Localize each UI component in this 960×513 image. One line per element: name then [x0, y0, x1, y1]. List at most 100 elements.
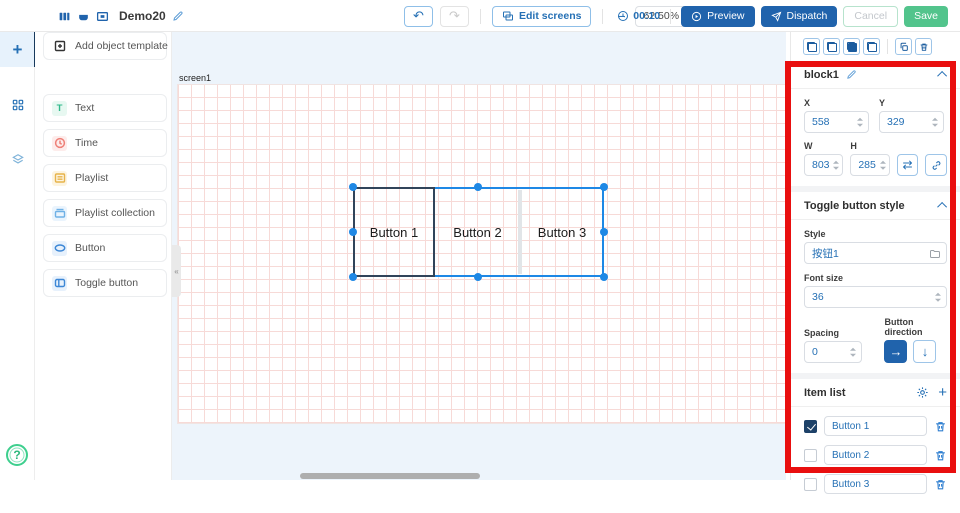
resize-handle-w[interactable] [349, 228, 357, 236]
bring-forward-button[interactable] [803, 38, 820, 55]
left-rail: + [0, 32, 35, 480]
toggle-style-section-body: Style Font size Spacing Button direction… [791, 220, 960, 373]
undo-button[interactable]: ↶ [404, 6, 433, 27]
direction-horizontal-button[interactable]: → [884, 340, 907, 363]
item-label-input-1[interactable] [824, 416, 927, 436]
help-button[interactable]: ? [6, 444, 28, 466]
bring-to-front-button[interactable] [843, 38, 860, 55]
folder-icon[interactable] [929, 248, 941, 260]
add-item-text[interactable]: T Text [43, 94, 167, 122]
save-button[interactable]: Save [904, 6, 948, 27]
gear-icon[interactable] [916, 386, 929, 399]
font-size-label: Font size [804, 273, 947, 283]
edit-screens-button[interactable]: Edit screens [492, 6, 591, 27]
block-section-header[interactable]: block1 [791, 61, 960, 89]
resize-handle-e[interactable] [600, 228, 608, 236]
add-item-toggle-button[interactable]: Toggle button [43, 269, 167, 297]
panel-collapse-handle[interactable]: « [172, 245, 181, 297]
send-backward-button[interactable] [823, 38, 840, 55]
spacing-label: Spacing [804, 328, 862, 338]
add-item-object-template[interactable]: Add object template [43, 32, 167, 60]
resize-handle-nw[interactable] [349, 183, 357, 191]
y-stepper[interactable] [932, 118, 938, 127]
link-dimensions-button[interactable] [925, 154, 947, 176]
inspector-panel: block1 X Y W H ⇄ [790, 32, 960, 480]
item-checkbox-3[interactable] [804, 478, 817, 491]
copy-button[interactable] [895, 38, 912, 55]
divider [670, 9, 671, 24]
divider [887, 39, 888, 54]
item-label-input-2[interactable] [824, 445, 927, 465]
send-backward-icon [827, 42, 837, 52]
h-stepper[interactable] [880, 161, 886, 170]
item-list-row [804, 474, 947, 494]
item-delete-button-1[interactable] [934, 420, 947, 433]
w-stepper[interactable] [833, 161, 839, 170]
item-checkbox-2[interactable] [804, 449, 817, 462]
swap-dimensions-button[interactable]: ⇄ [897, 154, 919, 176]
item-checkbox-1[interactable] [804, 420, 817, 433]
dispatch-button[interactable]: Dispatch [761, 6, 838, 27]
delete-button[interactable] [915, 38, 932, 55]
add-item-button[interactable]: + [938, 385, 947, 400]
redo-button[interactable]: ↷ [440, 6, 469, 27]
add-item-playlist[interactable]: Playlist [43, 164, 167, 192]
canvas-button-3[interactable]: Button 3 [520, 187, 604, 277]
block-rename-edit-icon[interactable] [846, 69, 857, 80]
apps-grid-icon [11, 98, 25, 112]
add-item-playlist-collection[interactable]: Playlist collection [43, 199, 167, 227]
title-group: Demo20 [58, 0, 184, 32]
rename-edit-icon[interactable] [172, 10, 184, 22]
resize-handle-n[interactable] [474, 183, 482, 191]
font-size-input[interactable] [804, 286, 947, 308]
toggle-style-section-header[interactable]: Toggle button style [791, 192, 960, 220]
screens-icon [502, 10, 514, 22]
device-icon [77, 10, 90, 23]
bring-forward-icon [807, 42, 817, 52]
add-item-button[interactable]: Button [43, 234, 167, 262]
cancel-button[interactable]: Cancel [843, 6, 898, 27]
copy-icon [899, 42, 909, 52]
font-size-stepper[interactable] [935, 293, 941, 302]
canvas-button-1[interactable]: Button 1 [353, 187, 435, 277]
document-title: Demo20 [119, 9, 166, 23]
screen-name-label: screen1 [179, 73, 211, 83]
x-stepper[interactable] [857, 118, 863, 127]
item-list-row [804, 445, 947, 465]
item-list-row [804, 416, 947, 436]
preview-button[interactable]: Preview [681, 6, 754, 27]
rail-layers-tab[interactable] [0, 142, 35, 177]
clock-icon [617, 10, 629, 22]
duration-value: 00:10 [633, 10, 660, 22]
block-name: block1 [804, 69, 839, 81]
toggle-button-block[interactable]: Button 1 Button 2 Button 3 [353, 187, 604, 277]
style-input[interactable] [804, 242, 947, 264]
direction-vertical-button[interactable]: ↓ [913, 340, 936, 363]
resize-handle-sw[interactable] [349, 273, 357, 281]
item-delete-button-3[interactable] [934, 478, 947, 491]
resize-handle-se[interactable] [600, 273, 608, 281]
chevron-up-icon[interactable] [937, 202, 947, 212]
bring-to-front-icon [847, 42, 857, 52]
item-delete-button-2[interactable] [934, 449, 947, 462]
columns-icon [58, 10, 71, 23]
horizontal-scrollbar[interactable] [300, 473, 480, 479]
play-circle-icon [691, 11, 702, 22]
resize-handle-ne[interactable] [600, 183, 608, 191]
item-label-input-3[interactable] [824, 474, 927, 494]
resize-handle-s[interactable] [474, 273, 482, 281]
send-to-back-button[interactable] [863, 38, 880, 55]
rail-add-tab[interactable]: + [0, 32, 35, 67]
screen-icon [96, 10, 109, 23]
design-canvas[interactable]: screen1 « Button 1 Button 2 Button 3 [172, 32, 786, 480]
style-label: Style [804, 229, 947, 239]
plus-icon: + [13, 40, 23, 60]
spacing-stepper[interactable] [850, 348, 856, 357]
chevron-up-icon[interactable] [937, 71, 947, 81]
toggle-button-icon [52, 276, 67, 291]
canvas-button-2[interactable]: Button 2 [435, 187, 520, 277]
rail-widgets-tab[interactable] [0, 87, 35, 122]
add-item-time[interactable]: Time [43, 129, 167, 157]
top-toolbar: Demo20 ↶ ↷ Edit screens − 62.50% + 00:10… [0, 0, 960, 32]
item-list-body [791, 407, 960, 513]
